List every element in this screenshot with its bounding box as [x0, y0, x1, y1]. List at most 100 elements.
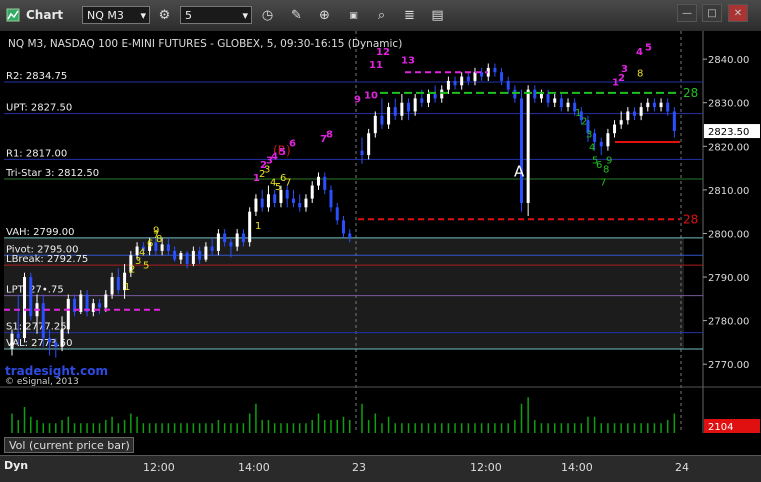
- volume-last-label: 2104: [708, 422, 733, 433]
- setup-count-yellow: 5: [143, 260, 149, 271]
- symbol-dropdown-icon[interactable]: ▾: [140, 7, 146, 25]
- setup-count-yellow: 8: [637, 69, 643, 80]
- day1-candle-body: [16, 333, 20, 339]
- setup-count-magenta: 5: [645, 42, 652, 53]
- setup-count-magenta: 4: [271, 151, 278, 162]
- day1-candle-body: [160, 244, 164, 251]
- price-tick-label: 2810.00: [708, 186, 749, 197]
- day2-candle-body: [453, 80, 457, 86]
- day1-candle-body: [341, 220, 345, 234]
- price-axis-bg: [703, 31, 761, 386]
- setup-count-yellow: 7: [285, 178, 291, 189]
- interval-dropdown-icon[interactable]: ▾: [242, 7, 248, 25]
- day2-candle-body: [553, 98, 557, 103]
- day1-candle-body: [204, 246, 208, 260]
- day1-candle-body: [260, 198, 264, 208]
- dynamic-scale-button[interactable]: Dyn: [4, 459, 28, 472]
- market-data-icon[interactable]: ▣: [344, 6, 363, 25]
- chart-header: NQ M3, NASDAQ 100 E-MINI FUTURES - GLOBE…: [8, 38, 402, 50]
- chart-grip-icon: [6, 8, 20, 22]
- cycle-settings-icon[interactable]: ⚙: [155, 6, 174, 25]
- day1-candle-body: [10, 333, 14, 349]
- day2-candle-body: [460, 76, 464, 86]
- day1-candle-body: [98, 303, 102, 308]
- day2-candle-body: [446, 80, 450, 90]
- day1-candle-body: [254, 198, 258, 212]
- time-tick-label: 23: [352, 461, 366, 474]
- day1-candle-body: [223, 233, 227, 243]
- day2-candle-body: [393, 107, 397, 116]
- setup-count-magenta: 10: [364, 90, 378, 101]
- day2-candle-body: [367, 133, 371, 156]
- day1-candle-body: [248, 211, 252, 243]
- search-zoom-icon[interactable]: ⌕: [372, 6, 391, 25]
- day2-candle-body: [440, 89, 444, 99]
- chart-annotation: 28: [683, 212, 698, 226]
- day1-candle-body: [229, 242, 233, 247]
- day1-candle-body: [116, 277, 120, 291]
- setup-count-yellow: 3: [264, 164, 270, 175]
- price-tick-label: 2820.00: [708, 142, 749, 153]
- level-label: Tri-Star 3: 2812.50: [5, 168, 99, 179]
- day2-candle-body: [513, 89, 517, 99]
- day1-candle-body: [335, 207, 339, 221]
- minimize-button[interactable]: —: [677, 4, 697, 22]
- day2-candle-body: [400, 102, 404, 116]
- day1-candle-body: [191, 250, 195, 264]
- setup-count-green: 3: [586, 130, 592, 141]
- setup-count-green: 6: [596, 160, 602, 171]
- day2-candle-body: [360, 150, 364, 156]
- day2-candle-body: [533, 89, 537, 99]
- setup-count-green: 2: [581, 117, 587, 128]
- day2-candle-body: [520, 98, 523, 203]
- setup-count-magenta: 5: [279, 147, 286, 158]
- close-button[interactable]: ✕: [728, 4, 748, 22]
- interval-input[interactable]: 5 ▾: [180, 6, 252, 24]
- level-label: LPT: 27•.75: [6, 285, 64, 296]
- watermark-brand: tradesight.com: [5, 364, 108, 378]
- day2-candle-body: [626, 111, 630, 121]
- price-chart[interactable]: NQ M3, NASDAQ 100 E-MINI FUTURES - GLOBE…: [0, 31, 761, 455]
- extra-panel-icon[interactable]: ▤: [428, 6, 447, 25]
- price-tick-label: 2800.00: [708, 229, 749, 240]
- clock-icon[interactable]: ◷: [258, 6, 277, 25]
- time-tick-label: 14:00: [561, 461, 593, 474]
- setup-count-yellow: 9: [153, 225, 159, 236]
- day1-candle-body: [266, 194, 270, 208]
- lines-icon[interactable]: ≣: [400, 6, 419, 25]
- level-label: R1: 2817.00: [6, 148, 67, 159]
- setup-count-green: 7: [600, 178, 606, 189]
- setup-count-yellow: 4: [139, 247, 145, 258]
- day2-candle-body: [373, 115, 377, 134]
- maximize-button[interactable]: □: [702, 4, 722, 22]
- day1-candle-body: [216, 233, 220, 251]
- pencil-icon[interactable]: ✎: [287, 6, 306, 25]
- setup-count-green: 4: [589, 143, 595, 154]
- setup-count-magenta: 13: [401, 56, 415, 67]
- day2-candle-body: [652, 102, 656, 108]
- volume-pane-tab[interactable]: Vol (current price bar): [4, 437, 134, 453]
- symbol-input[interactable]: NQ M3 ▾: [82, 6, 150, 24]
- time-axis[interactable]: [0, 455, 761, 482]
- level-label: VAH: 2799.00: [6, 227, 74, 238]
- day2-candle-body: [426, 94, 430, 103]
- day2-candle-body: [619, 120, 623, 125]
- level-label: LBreak: 2792.75: [6, 254, 88, 265]
- price-tick-label: 2780.00: [708, 317, 749, 328]
- day2-candle-body: [559, 98, 563, 108]
- day2-candle-body: [613, 124, 617, 134]
- window-title: Chart: [26, 8, 64, 22]
- day1-candle-body: [291, 198, 295, 203]
- setup-count-magenta: 3: [621, 64, 628, 75]
- interval-value: 5: [185, 9, 192, 22]
- price-tick-label: 2770.00: [708, 360, 749, 371]
- day2-candle-body: [466, 76, 470, 81]
- cursor-icon[interactable]: ⊕: [315, 6, 334, 25]
- day1-candle-body: [166, 244, 170, 251]
- day1-candle-body: [298, 202, 302, 208]
- day1-candle-body: [60, 329, 64, 347]
- time-tick-label: 12:00: [470, 461, 502, 474]
- day2-candle-body: [413, 98, 417, 112]
- time-tick-label: 12:00: [143, 461, 175, 474]
- chart-annotation: A: [514, 162, 525, 180]
